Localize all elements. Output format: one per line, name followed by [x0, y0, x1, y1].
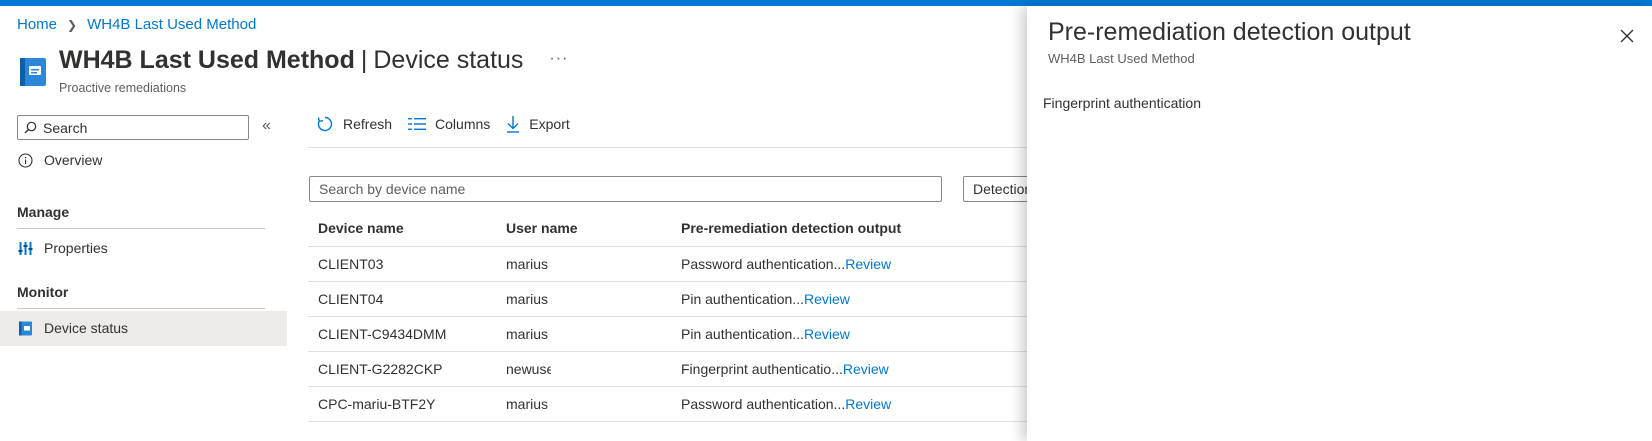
- device-name-cell: CLIENT04: [318, 291, 384, 307]
- divider: [17, 308, 265, 309]
- detection-output-panel: Pre-remediation detection output WH4B La…: [1027, 6, 1652, 441]
- divider: [17, 228, 265, 229]
- detection-output-text: Pin authentication...: [681, 291, 804, 307]
- divider: [308, 147, 1028, 148]
- export-button[interactable]: Export: [506, 115, 570, 133]
- device-name-cell: CLIENT03: [318, 256, 384, 272]
- refresh-label: Refresh: [343, 116, 393, 132]
- sidebar-section-monitor: Monitor: [17, 284, 69, 300]
- refresh-button[interactable]: Refresh: [316, 115, 392, 133]
- chevron-right-icon: ❯: [67, 17, 78, 32]
- detection-output-cell: Fingerprint authenticatio...Review: [671, 361, 1028, 377]
- filter-label: Detection: [973, 181, 1033, 197]
- more-options-button[interactable]: ···: [549, 50, 568, 68]
- review-link[interactable]: Review: [845, 396, 891, 412]
- panel-output-text: Fingerprint authentication: [1043, 95, 1201, 111]
- review-link[interactable]: Review: [804, 326, 850, 342]
- user-name-text: marius: [506, 396, 549, 412]
- sidebar-item-overview[interactable]: Overview: [17, 152, 102, 168]
- table-row[interactable]: CLIENT-C9434DMM marius Pin authenticatio…: [308, 317, 1028, 352]
- detection-output-text: Password authentication...: [681, 256, 846, 272]
- table-row[interactable]: CLIENT03 marius Password authentication.…: [308, 247, 1028, 282]
- breadcrumb-home-link[interactable]: Home: [17, 16, 57, 33]
- breadcrumb-current-link[interactable]: WH4B Last Used Method: [87, 16, 256, 33]
- remediation-script-icon: [17, 320, 33, 336]
- user-name-text: newuse: [506, 361, 551, 377]
- properties-icon: [17, 240, 33, 256]
- close-icon: [1620, 29, 1634, 43]
- detection-output-text: Password authentication...: [681, 396, 846, 412]
- search-icon: [24, 121, 37, 134]
- user-name-cell: marius: [496, 256, 671, 272]
- sidebar-item-label: Overview: [44, 152, 103, 168]
- column-header-device-name[interactable]: Device name: [308, 220, 496, 236]
- device-search-input[interactable]: [319, 181, 919, 197]
- user-name-cell: marius: [496, 291, 671, 307]
- device-search-box[interactable]: [309, 176, 942, 202]
- info-icon: [17, 152, 33, 168]
- columns-icon: [408, 118, 427, 130]
- device-status-table: Device name User name Pre-remediation de…: [308, 210, 1028, 422]
- page-header: WH4B Last Used Method | Device status ··…: [17, 46, 568, 95]
- user-name-text: marius: [506, 326, 549, 342]
- close-panel-button[interactable]: [1617, 26, 1637, 46]
- user-name-text: marius: [506, 256, 549, 272]
- table-row[interactable]: CLIENT04 marius Pin authentication...Rev…: [308, 282, 1028, 317]
- command-bar: Refresh Columns Export: [316, 115, 586, 133]
- export-label: Export: [529, 116, 570, 132]
- page-title: WH4B Last Used Method | Device status ··…: [59, 46, 568, 75]
- page-title-name: WH4B Last Used Method: [59, 46, 355, 74]
- column-header-detection-output[interactable]: Pre-remediation detection output: [671, 220, 1028, 236]
- detection-output-text: Pin authentication...: [681, 326, 804, 342]
- review-link[interactable]: Review: [845, 256, 891, 272]
- panel-subtitle: WH4B Last Used Method: [1048, 51, 1195, 66]
- columns-button[interactable]: Columns: [408, 116, 490, 132]
- table-row[interactable]: CPC-mariu-BTF2Y marius Password authenti…: [308, 387, 1028, 422]
- columns-label: Columns: [435, 116, 491, 132]
- review-link[interactable]: Review: [843, 361, 889, 377]
- detection-output-cell: Password authentication...Review: [671, 256, 1028, 272]
- breadcrumb: Home ❯ WH4B Last Used Method: [17, 16, 256, 33]
- table-row[interactable]: CLIENT-G2282CKP newuse Fingerprint authe…: [308, 352, 1028, 387]
- detection-output-cell: Password authentication...Review: [671, 396, 1028, 412]
- sidebar-search-box[interactable]: [17, 115, 249, 140]
- page-subtitle: Proactive remediations: [59, 81, 187, 95]
- title-separator: |: [360, 46, 368, 74]
- review-link[interactable]: Review: [804, 291, 850, 307]
- detection-output-text: Fingerprint authenticatio...: [681, 361, 843, 377]
- download-icon: [507, 116, 520, 133]
- page-title-section: Device status: [373, 46, 524, 74]
- device-name-cell: CLIENT-G2282CKP: [318, 361, 443, 377]
- device-name-cell: CLIENT-C9434DMM: [318, 326, 447, 342]
- sidebar-item-properties[interactable]: Properties: [17, 240, 108, 256]
- sidebar-section-manage: Manage: [17, 204, 70, 220]
- sidebar-item-label: Properties: [44, 240, 108, 256]
- user-name-cell: marius: [496, 396, 671, 412]
- user-name-cell: marius: [496, 326, 671, 342]
- user-name-cell: newuse: [496, 361, 671, 377]
- refresh-icon: [317, 116, 333, 132]
- remediation-script-icon: [20, 58, 46, 86]
- column-header-user-name[interactable]: User name: [496, 220, 671, 236]
- sidebar-search-input[interactable]: [43, 119, 243, 136]
- sidebar-item-label: Device status: [44, 320, 129, 336]
- collapse-sidebar-button[interactable]: «: [262, 117, 271, 135]
- user-name-text: marius: [506, 291, 549, 307]
- panel-title: Pre-remediation detection output: [1048, 18, 1411, 46]
- table-header-row: Device name User name Pre-remediation de…: [308, 210, 1028, 247]
- device-name-cell: CPC-mariu-BTF2Y: [318, 396, 436, 412]
- detection-output-cell: Pin authentication...Review: [671, 291, 1028, 307]
- sidebar-item-device-status[interactable]: Device status: [17, 320, 128, 336]
- detection-output-cell: Pin authentication...Review: [671, 326, 1028, 342]
